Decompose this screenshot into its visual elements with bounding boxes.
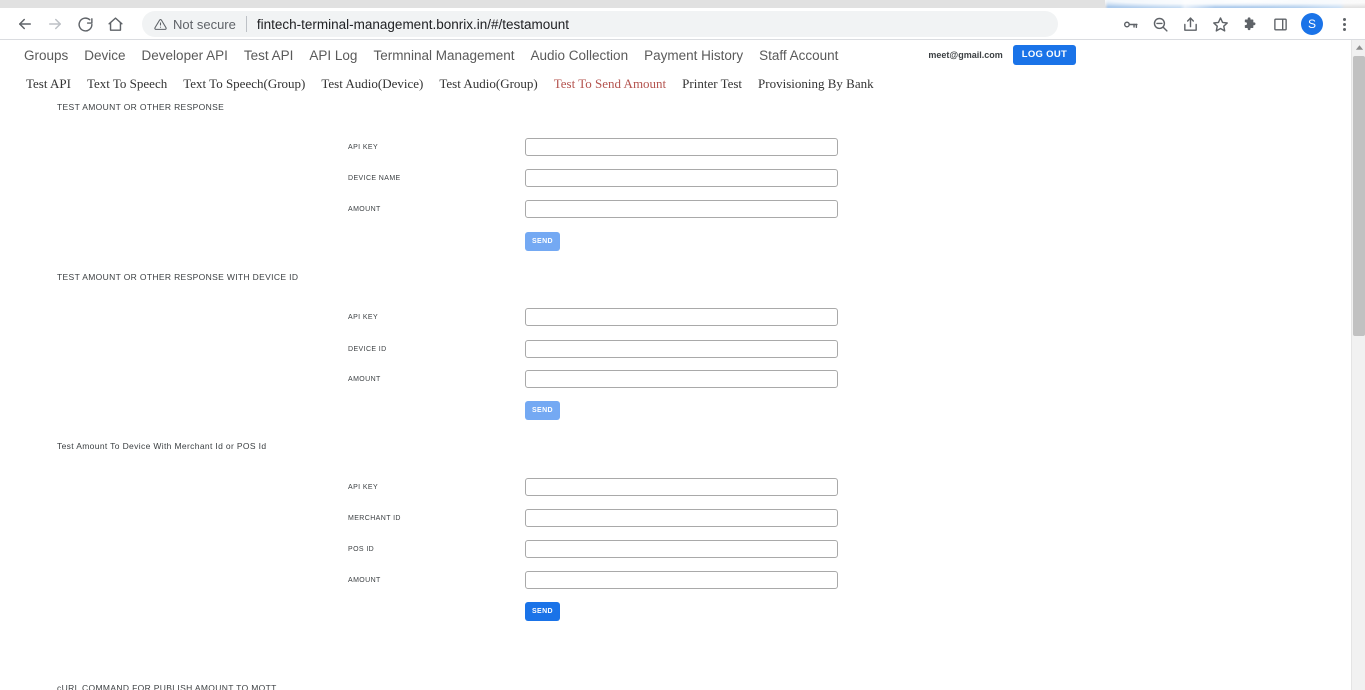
label-device-id-2: DEVICE ID	[348, 346, 387, 353]
main-nav-item-device[interactable]: Device	[84, 48, 125, 63]
sub-nav-item-test-audio-group[interactable]: Test Audio(Group)	[439, 76, 537, 92]
section-heading-1: TEST AMOUNT OR OTHER RESPONSE	[57, 102, 225, 112]
label-amount-1: AMOUNT	[348, 206, 381, 213]
input-merchant-id-3[interactable]	[525, 509, 838, 527]
security-status-label: Not secure	[173, 16, 236, 32]
input-amount-1[interactable]	[525, 200, 838, 218]
profile-avatar[interactable]: S	[1301, 13, 1323, 35]
page-viewport: Groups Device Developer API Test API API Log…	[0, 40, 1365, 690]
curl-section-heading: cURL COMMAND FOR PUBLISH AMOUNT TO MQTT	[57, 683, 277, 690]
browser-chrome: Not secure fintech-terminal-management.b…	[0, 0, 1365, 40]
label-api-key-2: API KEY	[348, 314, 379, 321]
send-button-2[interactable]: SEND	[525, 401, 560, 420]
extensions-puzzle-icon[interactable]	[1235, 9, 1265, 39]
sub-nav-item-test-audio-device[interactable]: Test Audio(Device)	[321, 76, 423, 92]
input-device-name-1[interactable]	[525, 169, 838, 187]
share-icon[interactable]	[1175, 9, 1205, 39]
section-heading-3: Test Amount To Device With Merchant Id o…	[57, 441, 267, 451]
bookmark-star-icon[interactable]	[1205, 9, 1235, 39]
address-bar[interactable]: Not secure fintech-terminal-management.b…	[142, 11, 1058, 37]
main-nav-item-payment-history[interactable]: Payment History	[644, 48, 743, 63]
password-key-icon[interactable]	[1115, 9, 1145, 39]
main-nav-item-audio-collection[interactable]: Audio Collection	[531, 48, 629, 63]
back-arrow-icon[interactable]	[10, 9, 40, 39]
label-device-name-1: DEVICE NAME	[348, 175, 401, 182]
main-nav-item-api-log[interactable]: API Log	[309, 48, 357, 63]
send-button-1[interactable]: SEND	[525, 232, 560, 251]
scroll-up-arrow-icon[interactable]	[1352, 40, 1365, 54]
input-api-key-3[interactable]	[525, 478, 838, 496]
url-text: fintech-terminal-management.bonrix.in/#/…	[256, 16, 570, 32]
section-heading-2: TEST AMOUNT OR OTHER RESPONSE WITH DEVIC…	[57, 272, 299, 282]
label-amount-3: AMOUNT	[348, 577, 381, 584]
sidebar-panel-icon[interactable]	[1265, 9, 1295, 39]
input-pos-id-3[interactable]	[525, 540, 838, 558]
sub-nav-item-provisioning-by-bank[interactable]: Provisioning By Bank	[758, 76, 874, 92]
label-api-key-1: API KEY	[348, 144, 379, 151]
label-api-key-3: API KEY	[348, 484, 379, 491]
input-device-id-2[interactable]	[525, 340, 838, 358]
send-button-3[interactable]: SEND	[525, 602, 560, 621]
reload-icon[interactable]	[70, 9, 100, 39]
logout-button[interactable]: LOG OUT	[1012, 45, 1077, 65]
sub-nav-item-test-to-send-amount[interactable]: Test To Send Amount	[554, 76, 666, 92]
input-amount-3[interactable]	[525, 571, 838, 589]
page-scrollbar[interactable]	[1351, 40, 1365, 690]
sub-navigation: Test API Text To Speech Text To Speech(Gro…	[0, 72, 1351, 96]
chrome-menu-icon[interactable]	[1329, 9, 1359, 39]
label-amount-2: AMOUNT	[348, 376, 381, 383]
label-pos-id-3: POS ID	[348, 546, 375, 553]
account-email: meet@gmail.com	[928, 50, 1003, 60]
label-merchant-id-3: MERCHANT ID	[348, 515, 401, 522]
sub-nav-item-printer-test[interactable]: Printer Test	[682, 76, 742, 92]
main-nav-item-groups[interactable]: Groups	[24, 48, 68, 63]
zoom-out-icon[interactable]	[1145, 9, 1175, 39]
browser-toolbar: Not secure fintech-terminal-management.b…	[0, 8, 1365, 40]
main-nav-item-test-api[interactable]: Test API	[244, 48, 294, 63]
account-group: meet@gmail.com LOG OUT	[928, 45, 1077, 65]
omnibox-divider	[245, 16, 247, 32]
sub-nav-item-text-to-speech[interactable]: Text To Speech	[87, 76, 167, 92]
main-nav-item-developer-api[interactable]: Developer API	[142, 48, 228, 63]
warning-triangle-icon	[154, 18, 167, 30]
main-navigation: Groups Device Developer API Test API API Log…	[0, 40, 1351, 70]
toolbar-actions: S	[1115, 9, 1365, 39]
input-api-key-1[interactable]	[525, 138, 838, 156]
forward-arrow-icon[interactable]	[40, 9, 70, 39]
input-amount-2[interactable]	[525, 370, 838, 388]
main-nav-item-termninal-management[interactable]: Termninal Management	[373, 48, 514, 63]
home-icon[interactable]	[100, 9, 130, 39]
sub-nav-item-text-to-speech-group[interactable]: Text To Speech(Group)	[183, 76, 305, 92]
sub-nav-item-test-api[interactable]: Test API	[26, 76, 71, 92]
main-nav-item-staff-account[interactable]: Staff Account	[759, 48, 838, 63]
security-status[interactable]: Not secure	[154, 17, 236, 32]
scrollbar-thumb[interactable]	[1353, 56, 1365, 336]
input-api-key-2[interactable]	[525, 308, 838, 326]
